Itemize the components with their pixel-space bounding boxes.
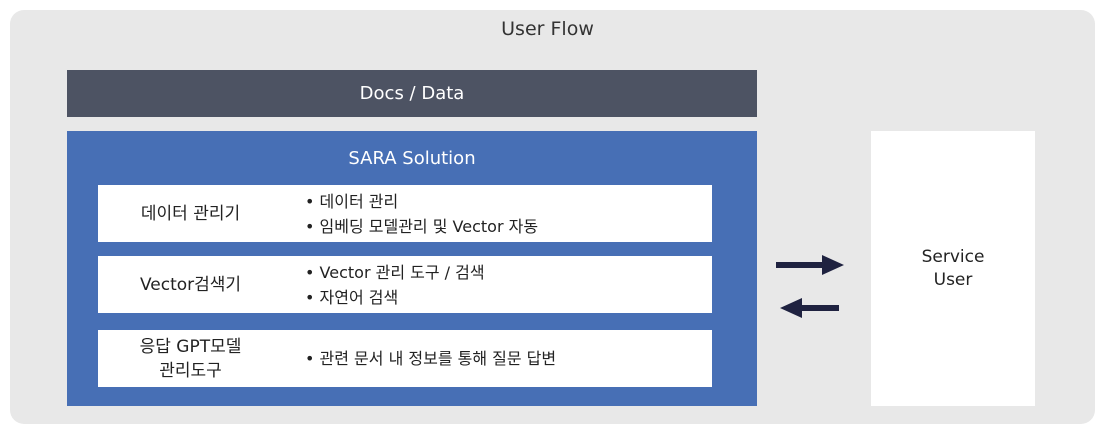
row-gpt-model-tool: 응답 GPT모델 관리도구 관련 문서 내 정보를 통해 질문 답변 — [98, 330, 712, 387]
left-arrow-icon — [780, 298, 839, 318]
sara-solution-title: SARA Solution — [348, 148, 476, 169]
service-user-line: Service — [921, 246, 985, 267]
row-name-line: 응답 GPT모델 — [139, 336, 242, 357]
docs-data-bar: Docs / Data — [67, 70, 757, 117]
row-name: 데이터 관리기 — [140, 203, 241, 224]
row-vector-searcher: Vector검색기 Vector 관리 도구 / 검색 자연어 검색 — [98, 256, 712, 313]
bullet-item: 데이터 관리 — [305, 189, 538, 214]
right-arrow-icon — [776, 255, 844, 275]
row-name: Vector검색기 — [139, 274, 242, 295]
row-bullets: 관련 문서 내 정보를 통해 질문 답변 — [305, 330, 557, 387]
row-data-manager: 데이터 관리기 데이터 관리 임베딩 모델관리 및 Vector 자동 — [98, 185, 712, 242]
bullet-item: 관련 문서 내 정보를 통해 질문 답변 — [305, 346, 557, 371]
row-name: 응답 GPT모델 관리도구 — [98, 330, 283, 387]
user-flow-title: User Flow — [501, 18, 594, 40]
bullet-item: 임베딩 모델관리 및 Vector 자동 — [305, 214, 539, 239]
docs-data-label: Docs / Data — [359, 83, 465, 104]
service-user-line: User — [933, 269, 973, 290]
row-name-line: 관리도구 — [159, 360, 222, 381]
bullet-item: Vector 관리 도구 / 검색 — [305, 260, 485, 285]
service-user-box: Service User — [871, 131, 1035, 406]
bullet-item: 자연어 검색 — [305, 285, 485, 310]
row-bullets: 데이터 관리 임베딩 모델관리 및 Vector 자동 — [305, 185, 539, 242]
row-bullets: Vector 관리 도구 / 검색 자연어 검색 — [305, 256, 485, 313]
sara-solution-box: SARA Solution 데이터 관리기 데이터 관리 임베딩 모델관리 및 … — [67, 131, 757, 406]
